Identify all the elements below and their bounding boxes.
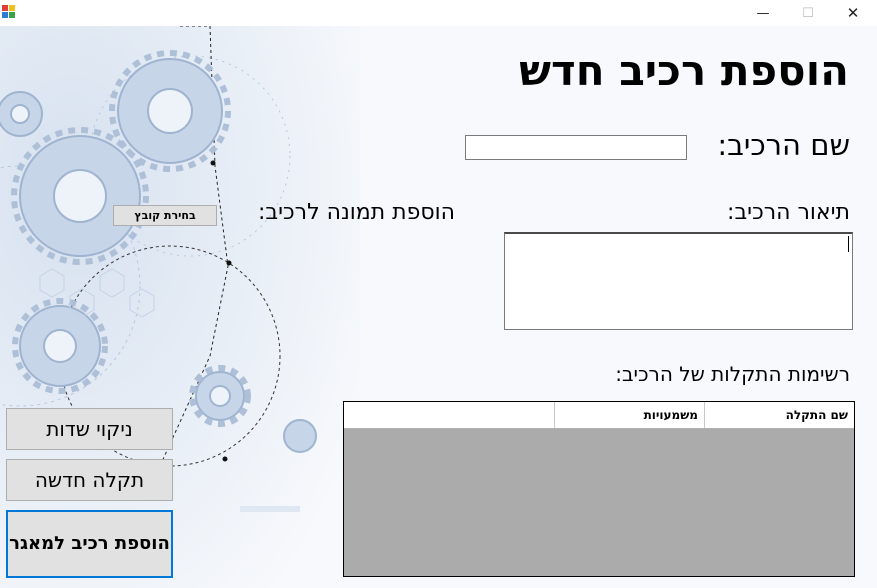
choose-file-button[interactable]: בחירת קובץ — [113, 205, 217, 226]
title-bar: — ☐ ✕ — [0, 0, 877, 26]
add-component-button[interactable]: הוספת רכיב למאגר — [6, 510, 173, 578]
app-icon — [2, 5, 15, 18]
gears-background-image — [0, 26, 360, 588]
component-name-input[interactable] — [465, 135, 687, 160]
page-title: הוספת רכיב חדש — [519, 46, 849, 95]
column-header-fault-name[interactable]: שם התקלה — [704, 402, 854, 428]
component-image-label: הוספת תמונה לרכיב: — [257, 200, 455, 225]
component-name-label: שם הרכיב: — [717, 128, 850, 162]
minimize-button[interactable]: — — [741, 0, 785, 26]
component-description-textarea[interactable] — [504, 232, 853, 330]
clear-fields-button[interactable]: ניקוי שדות — [6, 408, 173, 450]
maximize-button: ☐ — [802, 5, 814, 21]
component-description-label: תיאור הרכיב: — [727, 200, 850, 225]
faults-table[interactable]: שם התקלה משמעויות — [343, 401, 855, 577]
faults-table-header: שם התקלה משמעויות — [344, 402, 854, 429]
close-button[interactable]: ✕ — [831, 0, 875, 26]
add-component-window: — ☐ ✕ הוספת רכיב חדש שם הרכיב: תיאור הרכ… — [0, 0, 877, 588]
text-caret — [848, 236, 849, 252]
column-header-meanings[interactable]: משמעויות — [554, 402, 704, 428]
faults-list-label: רשימות התקלות של הרכיב: — [615, 362, 850, 386]
new-fault-button[interactable]: תקלה חדשה — [6, 459, 173, 501]
